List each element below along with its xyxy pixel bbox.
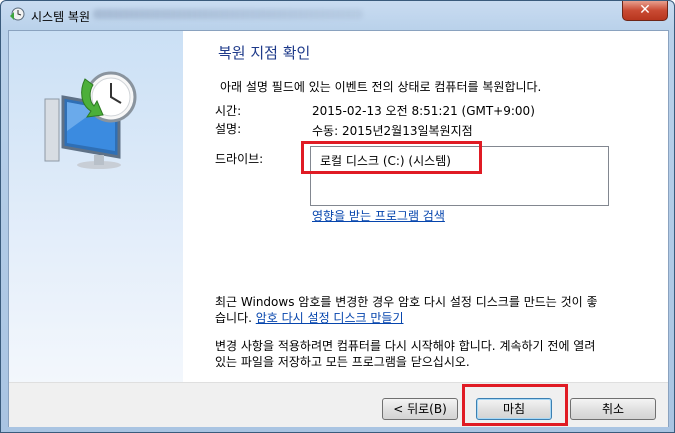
button-bar: < 뒤로(B) 마침 취소	[9, 382, 668, 427]
drive-label: 드라이브:	[215, 152, 264, 166]
window-title: 시스템 복원	[31, 10, 91, 24]
title-bar[interactable]: 시스템 복원 ✕	[1, 1, 674, 29]
drive-highlight-box	[301, 141, 482, 174]
side-panel	[9, 31, 183, 382]
system-restore-window: 시스템 복원 ✕ 복원 지점 확인 아래 설명 필드에 있는 이벤트 전의 상태…	[0, 0, 675, 433]
password-reset-disk-link[interactable]: 암호 다시 설정 디스크 만들기	[256, 311, 404, 325]
cancel-button[interactable]: 취소	[570, 398, 656, 420]
restart-note: 변경 사항을 적용하려면 컴퓨터를 다시 시작해야 합니다. 계속하기 전에 열…	[215, 338, 645, 370]
password-note: 최근 Windows 암호를 변경한 경우 암호 다시 설정 디스크를 만드는 …	[215, 294, 645, 326]
affected-programs-link[interactable]: 영향을 받는 프로그램 검색	[312, 207, 445, 224]
restart-note-line1: 변경 사항을 적용하려면 컴퓨터를 다시 시작해야 합니다. 계속하기 전에 열…	[215, 339, 596, 353]
time-value: 2015-02-13 오전 8:51:21 (GMT+9:00)	[312, 104, 535, 118]
page-title: 복원 지점 확인	[218, 44, 311, 62]
restore-description: 아래 설명 필드에 있는 이벤트 전의 상태로 컴퓨터를 복원합니다.	[220, 80, 542, 94]
finish-highlight-box	[462, 384, 568, 426]
wizard-content: 복원 지점 확인 아래 설명 필드에 있는 이벤트 전의 상태로 컴퓨터를 복원…	[8, 30, 669, 427]
blurred-title-area	[93, 9, 363, 19]
description-value: 수동: 2015년2월13일복원지점	[312, 124, 473, 138]
computer-restore-icon	[44, 71, 137, 169]
close-button[interactable]: ✕	[622, 1, 668, 21]
password-note-text: 최근 Windows 암호를 변경한 경우 암호 다시 설정 디스크를 만드는 …	[215, 295, 598, 309]
time-label: 시간:	[215, 104, 242, 118]
back-button[interactable]: < 뒤로(B)	[382, 398, 458, 420]
password-note-text-end: 습니다.	[215, 311, 256, 325]
description-label: 설명:	[215, 122, 242, 136]
system-restore-icon	[10, 7, 25, 21]
restart-note-line2: 있는 파일을 저장하고 모든 프로그램을 닫으십시오.	[215, 355, 470, 369]
